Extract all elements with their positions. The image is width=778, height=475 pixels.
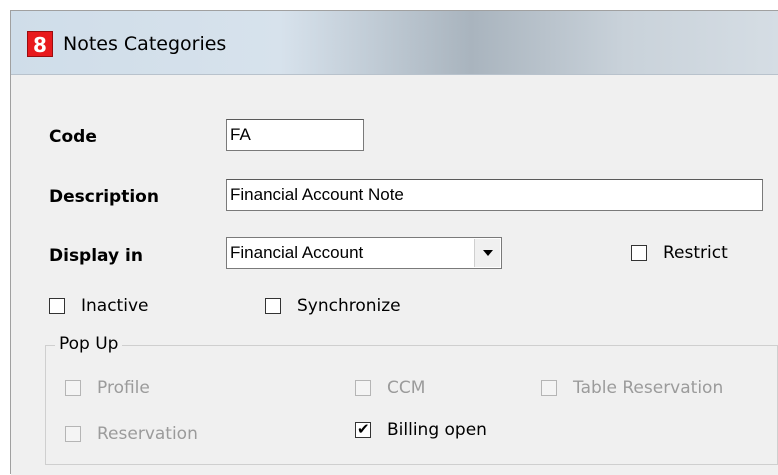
- synchronize-checkbox[interactable]: Synchronize: [265, 296, 425, 318]
- table-reservation-checkbox: Table Reservation: [541, 378, 761, 400]
- notes-categories-window: 8 Notes Categories Code FA Description F…: [10, 10, 778, 475]
- table-reservation-checkbox-box: [541, 380, 557, 396]
- restrict-label: Restrict: [663, 243, 728, 263]
- ccm-label: CCM: [387, 378, 426, 398]
- title-bar[interactable]: 8 Notes Categories: [11, 11, 778, 75]
- restrict-checkbox-box[interactable]: [631, 245, 647, 261]
- dropdown-button[interactable]: [474, 239, 500, 267]
- restrict-checkbox[interactable]: Restrict: [631, 243, 751, 265]
- popup-groupbox: [45, 345, 778, 465]
- chevron-down-icon: [483, 250, 493, 256]
- profile-checkbox-box: [65, 380, 81, 396]
- popup-group-legend: Pop Up: [55, 333, 123, 355]
- reservation-checkbox-box: [65, 426, 81, 442]
- description-label: Description: [49, 187, 159, 207]
- synchronize-label: Synchronize: [297, 296, 401, 316]
- code-label: Code: [49, 127, 97, 147]
- reservation-checkbox: Reservation: [65, 424, 225, 446]
- profile-label: Profile: [97, 378, 150, 398]
- display-in-dropdown[interactable]: Financial Account: [226, 237, 502, 269]
- billing-open-checkbox-box[interactable]: ✔: [355, 420, 371, 438]
- form-content: Code FA Description Financial Account No…: [11, 75, 778, 475]
- synchronize-checkbox-box[interactable]: [265, 298, 281, 314]
- reservation-label: Reservation: [97, 424, 198, 444]
- display-in-selected-value: Financial Account: [230, 243, 364, 262]
- profile-checkbox: Profile: [65, 378, 185, 400]
- display-in-label: Display in: [49, 246, 143, 266]
- ccm-checkbox: CCM: [355, 378, 455, 400]
- inactive-checkbox-box[interactable]: [49, 298, 65, 314]
- app-logo-icon: 8: [27, 31, 53, 57]
- table-reservation-label: Table Reservation: [573, 378, 724, 398]
- inactive-checkbox[interactable]: Inactive: [49, 296, 179, 318]
- window-title: Notes Categories: [63, 33, 227, 55]
- checkmark-icon: ✔: [357, 420, 370, 438]
- billing-open-checkbox[interactable]: ✔ Billing open: [355, 420, 515, 442]
- ccm-checkbox-box: [355, 380, 371, 396]
- inactive-label: Inactive: [81, 296, 149, 316]
- code-input[interactable]: FA: [226, 119, 364, 151]
- billing-open-label: Billing open: [387, 420, 487, 440]
- description-input[interactable]: Financial Account Note: [226, 179, 763, 211]
